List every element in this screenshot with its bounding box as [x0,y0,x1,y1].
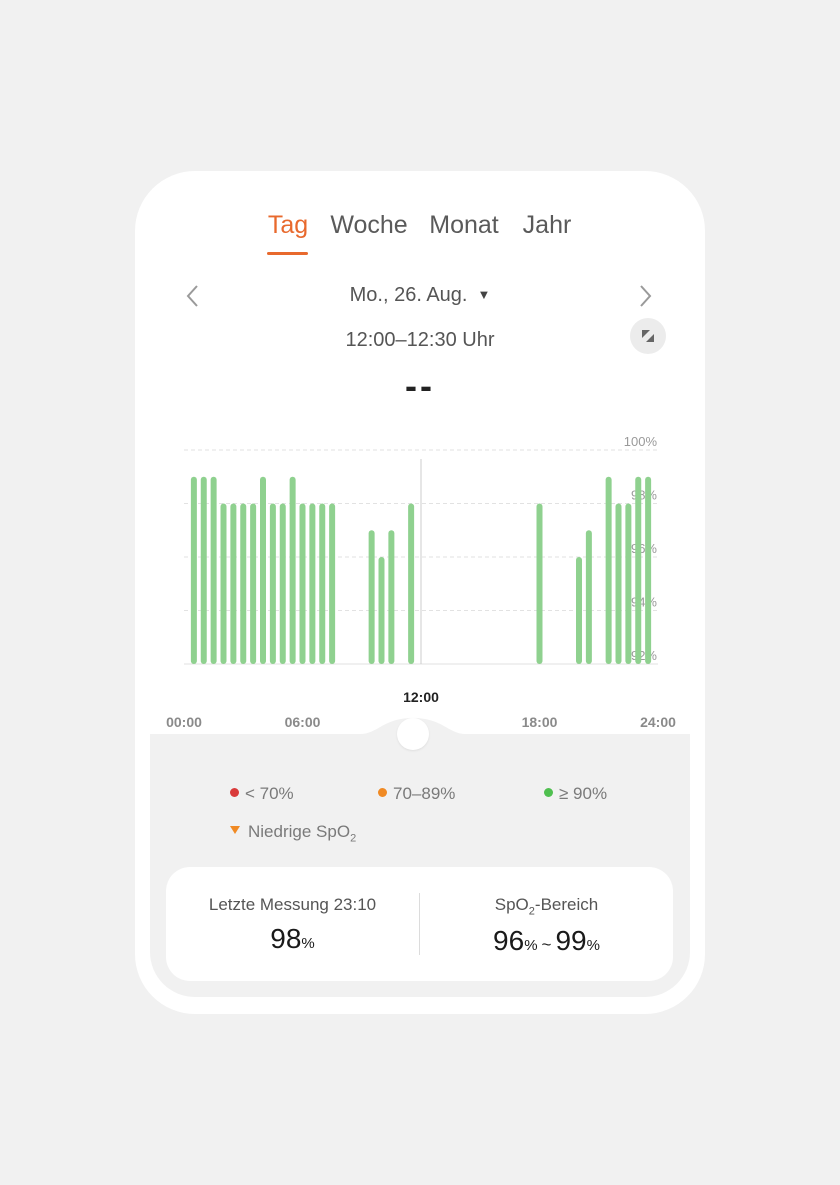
legend-item-low: < 70% [230,784,294,804]
spo2-bar [585,530,592,664]
spo2-bar [230,503,237,664]
caret-down-icon: ▼ [477,287,491,302]
spo2-bar [309,503,316,664]
cursor-time-label: 12:00 [403,689,439,705]
spo2-bar [378,557,385,664]
legend-item-medium: 70–89% [378,784,455,804]
spo2-range-label: SpO2-Bereich [494,895,599,918]
tab-year[interactable]: Jahr [523,211,572,240]
spo2-bar [408,503,415,664]
period-tabs: Tag Woche Monat Jahr [135,211,705,261]
spo2-bar [210,476,217,664]
time-range-label: 12:00–12:30 Uhr [345,329,495,351]
y-tick-label: 94% [631,595,657,610]
red-dot-icon [230,788,239,797]
spo2-range-value: 96% ~99% [493,925,600,957]
spo2-bar [635,476,642,664]
spo2-bar [250,503,257,664]
scrubber-handle[interactable] [397,718,429,750]
orange-triangle-icon [230,826,240,834]
y-tick-label: 96% [631,541,657,556]
spo2-screen: Tag Woche Monat Jahr Mo., 26. Aug. ▼ 12:0… [135,171,705,1014]
expand-icon[interactable] [630,318,666,354]
orange-dot-icon [378,788,387,797]
details-panel: < 70% 70–89% ≥ 90% Niedrige SpO2 Letzte … [150,718,690,997]
legend-item-high: ≥ 90% [544,784,607,804]
last-measurement-value: 98% [270,923,315,954]
last-measurement: Letzte Messung 23:10 98% [166,867,419,981]
tab-month[interactable]: Monat [429,211,498,240]
spo2-bar [220,503,227,664]
y-tick-label: 100% [624,434,658,449]
spo2-bar [388,530,395,664]
spo2-bar [368,530,375,664]
spo2-bar [536,503,543,664]
spo2-bar [289,476,296,664]
spo2-bar [576,557,582,664]
y-tick-label: 98% [631,488,657,503]
spo2-bar [605,476,612,664]
spo2-range: SpO2-Bereich 96% ~99% [420,867,673,981]
spo2-bar [319,503,326,664]
date-selector[interactable]: Mo., 26. Aug. ▼ [135,284,705,307]
spo2-bar [299,503,306,664]
spo2-bar [190,476,197,664]
date-label: Mo., 26. Aug. [349,284,468,306]
spo2-bar [240,503,247,664]
tab-day[interactable]: Tag [268,211,308,240]
spo2-chart[interactable]: 100%98%96%94%92% 12:00 00:00 06:00 18:00 24… [135,421,705,741]
green-dot-icon [544,788,553,797]
spo2-bar [279,503,286,664]
spo2-bar [200,476,207,664]
current-value: -- [405,365,435,406]
spo2-bar [329,503,336,664]
spo2-bar [615,503,622,664]
active-tab-indicator [267,252,308,255]
spo2-bar [260,476,266,664]
spo2-bar [625,503,632,664]
spo2-bar [269,503,276,664]
last-measurement-label: Letzte Messung 23:10 [208,895,377,914]
tab-week[interactable]: Woche [330,211,407,240]
legend-item-low-spo2: Niedrige SpO2 [230,822,356,844]
spo2-bar [645,476,652,664]
y-tick-label: 92% [631,648,657,663]
stats-card: Letzte Messung 23:10 98% SpO2-Bereich 96… [166,867,673,981]
